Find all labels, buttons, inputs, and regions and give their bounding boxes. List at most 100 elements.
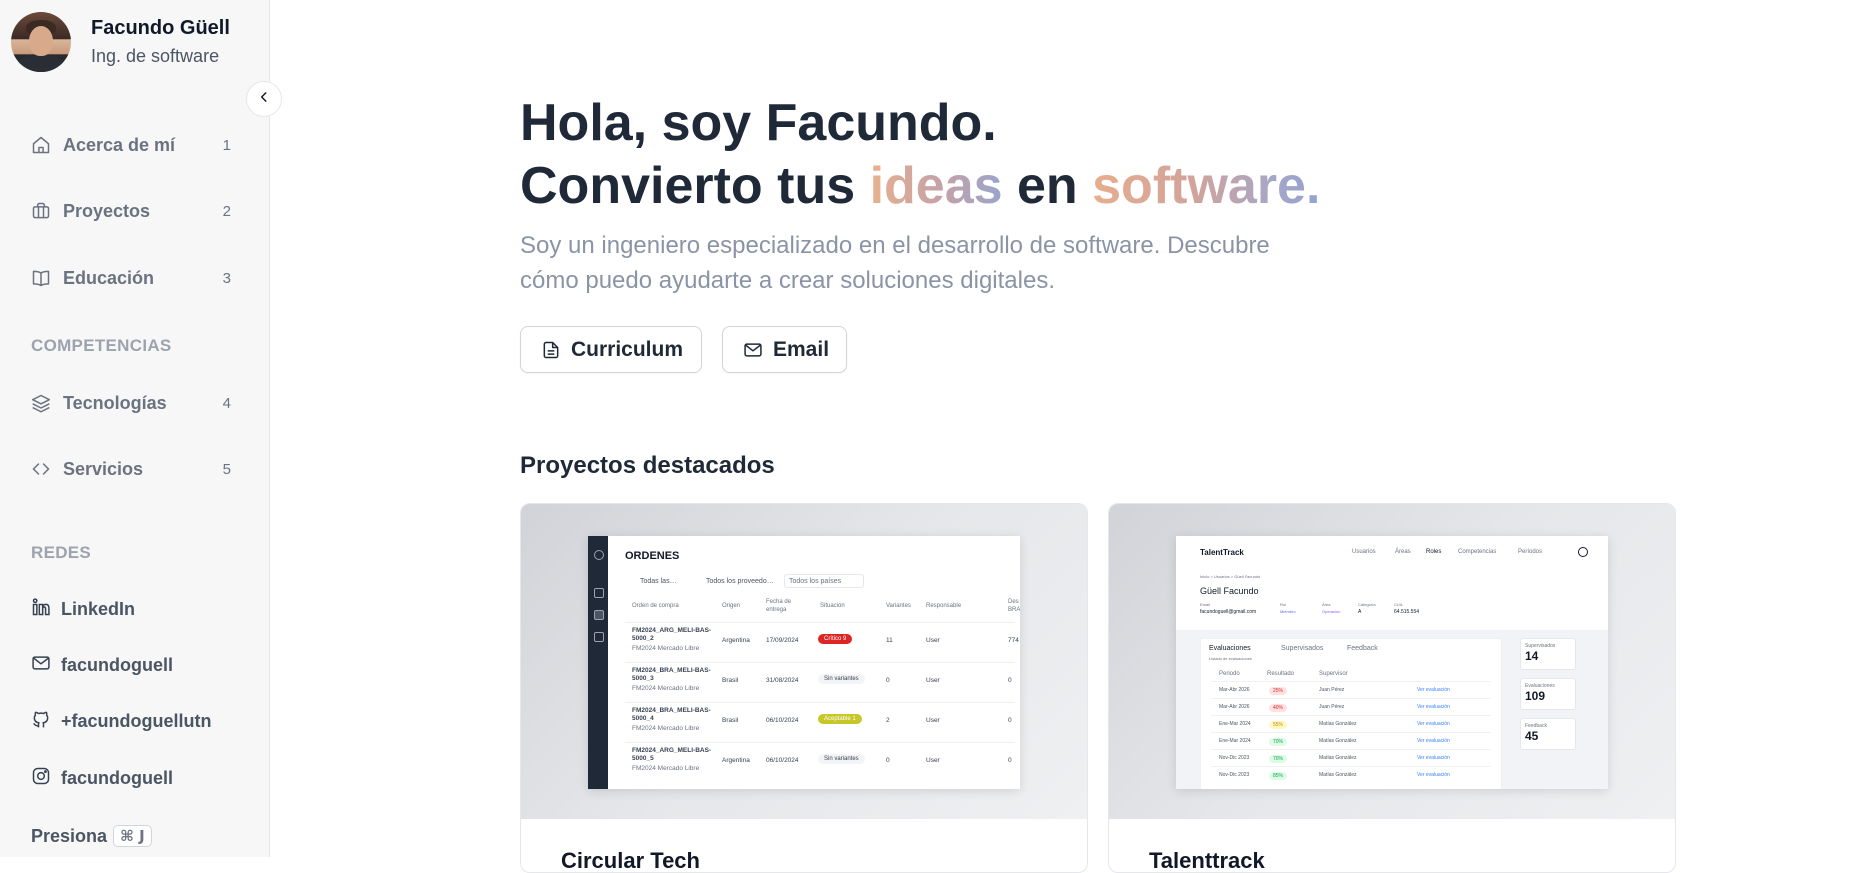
- menu-item: Competencias: [1458, 549, 1497, 555]
- code-icon: [31, 459, 51, 479]
- order-sub: FM2024 Mercado Libre: [632, 685, 700, 692]
- stat-label: Feedback: [1525, 723, 1547, 729]
- sidebar-item-label: Educación: [63, 267, 155, 288]
- mail-icon: [31, 653, 51, 678]
- email-label: Email: [773, 337, 830, 361]
- sidebar-item-proyectos[interactable]: Proyectos 2: [31, 196, 231, 226]
- filter-text: Todos los proveedo…: [706, 578, 774, 585]
- social-email[interactable]: facundoguell: [31, 650, 173, 680]
- view-link: Ver evaluación: [1417, 755, 1450, 761]
- project-thumbnail: TalentTrack Usuarios Áreas Roles Compete…: [1109, 504, 1675, 819]
- order-sub: FM2024 Mercado Libre: [632, 725, 700, 732]
- origin: Brasil: [722, 717, 739, 724]
- supervisor: Matías González: [1319, 738, 1357, 744]
- status-badge: Crítico 9: [818, 634, 853, 644]
- sidebar-item-servicios[interactable]: Servicios 5: [31, 454, 231, 484]
- menu-item: Áreas: [1395, 549, 1411, 555]
- social-linkedin[interactable]: LinkedIn: [31, 594, 135, 624]
- stat-card: Feedback 45: [1520, 718, 1576, 750]
- field-value: 64.515.554: [1394, 609, 1420, 615]
- social-label: LinkedIn: [61, 598, 136, 619]
- github-icon: [31, 709, 51, 734]
- view-link: Ver evaluación: [1417, 738, 1450, 744]
- sidebar-item-label: Proyectos: [63, 200, 151, 221]
- social-github[interactable]: +facundoguellutn: [31, 706, 212, 736]
- keyboard-shortcut[interactable]: ⌘ J: [113, 825, 152, 847]
- responsible: User: [926, 757, 940, 764]
- press-label: Presiona: [31, 825, 108, 846]
- field-label: Categoría: [1358, 602, 1376, 607]
- tab-feedback: Feedback: [1347, 645, 1378, 652]
- table-row: Ene-Mar 2024 55% Matías González Ver eva…: [1211, 715, 1491, 733]
- tagline-text: en: [1002, 157, 1093, 215]
- col-header: Variantes: [886, 603, 911, 609]
- origin: Argentina: [722, 757, 750, 764]
- tagline-software: software.: [1092, 157, 1321, 215]
- period: Mar-Abr 2026: [1219, 687, 1250, 693]
- table-row: FM2024_ARG_MELI-BAS-5000_5 FM2024 Mercad…: [625, 742, 1015, 783]
- stat-label: Supervisados: [1525, 643, 1556, 649]
- table-row: Nov-Dic 2023 70% Matías González Ver eva…: [1211, 749, 1491, 767]
- date: 06/10/2024: [766, 717, 799, 724]
- collapse-sidebar-button[interactable]: [246, 81, 282, 117]
- sidebar-item-tecnologias[interactable]: Tecnologías 4: [31, 388, 231, 418]
- section-title-competencias: COMPETENCIAS: [31, 336, 172, 355]
- featured-projects-title: Proyectos destacados: [520, 452, 775, 479]
- period: Nov-Dic 2023: [1219, 755, 1250, 761]
- table-row: FM2024_BRA_MELI-BAS-5000_3 FM2024 Mercad…: [625, 662, 1015, 703]
- sidebar-item-label: Tecnologías: [63, 392, 167, 413]
- evaluations-panel: Evaluaciones Supervisados Feedback Lista…: [1200, 638, 1502, 789]
- supervisor: Matías González: [1319, 755, 1357, 761]
- table-row: Mar-Abr 2026 25% Juan Pérez Ver evaluaci…: [1211, 681, 1491, 699]
- status-badge: Aceptable 1: [818, 714, 862, 724]
- sidebar-item-educacion[interactable]: Educación 3: [31, 263, 231, 293]
- table-row: Ene-Mar 2024 70% Matías González Ver eva…: [1211, 732, 1491, 750]
- field-value: A: [1358, 609, 1362, 615]
- col-header: Fecha de entrega: [766, 599, 792, 613]
- app-brand: TalentTrack: [1200, 548, 1244, 557]
- date: 17/09/2024: [766, 637, 799, 644]
- variants: 11: [886, 637, 893, 644]
- profile-role: Ing. de software: [91, 46, 220, 66]
- supervisor: Matías González: [1319, 772, 1357, 778]
- user-name: Güell Facundo: [1200, 586, 1259, 596]
- variants: 0: [886, 757, 890, 764]
- order-id: FM2024_BRA_MELI-BAS-5000_4: [632, 707, 711, 722]
- col-header: Orden de compra: [632, 603, 679, 609]
- social-label: facundoguell: [61, 654, 173, 675]
- value: 0: [1008, 757, 1012, 764]
- social-instagram[interactable]: facundoguell: [31, 763, 173, 793]
- profile-name: Facundo Güell: [91, 17, 230, 39]
- period: Ene-Mar 2024: [1219, 721, 1251, 727]
- stat-value: 45: [1525, 729, 1539, 743]
- value: 774: [1008, 637, 1019, 644]
- order-id: FM2024_ARG_MELI-BAS-5000_2: [632, 627, 712, 642]
- briefcase-icon: [31, 201, 51, 221]
- sidebar-item-acerca[interactable]: Acerca de mí 1: [31, 130, 231, 160]
- filter-text: Todas las…: [640, 578, 677, 585]
- col-header: Responsable: [926, 603, 962, 609]
- tagline-text: Convierto tus: [520, 157, 870, 215]
- email-button[interactable]: Email: [722, 326, 847, 373]
- responsible: User: [926, 637, 940, 644]
- project-card-talenttrack[interactable]: TalentTrack Usuarios Áreas Roles Compete…: [1108, 503, 1676, 873]
- curriculum-button[interactable]: Curriculum: [520, 326, 702, 373]
- field-label: Área: [1322, 602, 1331, 607]
- col-header: Periodo: [1219, 671, 1240, 677]
- status-badge: Sin variantes: [818, 754, 865, 764]
- project-card-circular-tech[interactable]: ORDENES Todas las… Todos los proveedo… T…: [520, 503, 1088, 873]
- hero-greeting: Hola, soy Facundo.: [520, 94, 997, 152]
- responsible: User: [926, 677, 940, 684]
- filter-box: Todos los países: [784, 574, 864, 588]
- mail-icon: [743, 340, 763, 360]
- command-hint: Presiona ⌘ J: [31, 825, 152, 847]
- period: Nov-Dic 2023: [1219, 772, 1250, 778]
- order-id: FM2024_ARG_MELI-BAS-5000_5: [632, 747, 712, 762]
- result-badge: 25%: [1269, 687, 1288, 695]
- order-sub: FM2024 Mercado Libre: [632, 645, 700, 652]
- talenttrack-screenshot: TalentTrack Usuarios Áreas Roles Compete…: [1176, 536, 1608, 789]
- value: 0: [1008, 677, 1012, 684]
- col-header: Origen: [722, 603, 741, 609]
- sidebar-item-label: Acerca de mí: [63, 134, 176, 155]
- result-badge: 55%: [1269, 721, 1288, 729]
